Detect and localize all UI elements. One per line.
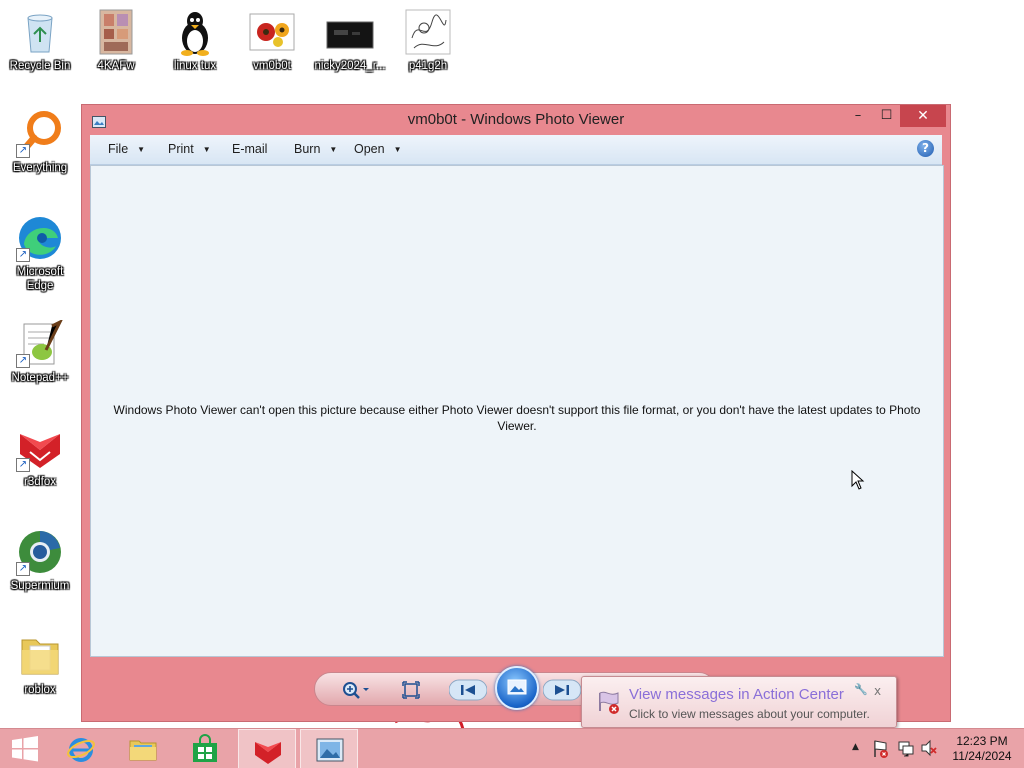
menu-email[interactable]: E-mail [232, 142, 267, 156]
menu-label: Print [168, 142, 194, 156]
menu-open[interactable]: Open ▼ [354, 142, 402, 156]
help-button[interactable]: ? [917, 140, 934, 157]
volume-muted-icon[interactable] [920, 739, 938, 760]
next-icon[interactable] [542, 679, 582, 701]
notification-title: View messages in Action Center [629, 686, 844, 703]
desktop-icon-label: 4KAFw [97, 60, 135, 72]
desktop-icon-label: r3dfox [24, 476, 56, 488]
shortcut-arrow-icon: ↗ [16, 458, 30, 472]
dropdown-caret-icon: ▼ [202, 145, 211, 154]
folder-icon [16, 632, 64, 680]
taskbar-r3dfox[interactable] [238, 729, 296, 768]
desktop-icon-recycle-bin[interactable]: Recycle Bin [2, 8, 78, 73]
taskbar-file-explorer[interactable] [114, 729, 172, 768]
title-bar[interactable]: vm0b0t - Windows Photo Viewer – ☐ ✕ [82, 105, 950, 135]
desktop-icon-nicky2024[interactable]: nicky2024_r... [312, 8, 388, 73]
network-icon[interactable] [897, 739, 915, 760]
flower-image-icon [248, 8, 296, 56]
desktop-icon-label: Supermium [10, 580, 70, 592]
menu-label: File [108, 142, 129, 156]
r3dfox-browser-icon [255, 742, 281, 764]
photo-viewer-icon [316, 738, 344, 762]
desktop-icon-r3dfox[interactable]: ↗ r3dfox [2, 424, 78, 489]
clock-date: 11/24/2024 [952, 749, 1012, 763]
clock-time: 12:23 PM [956, 734, 1008, 748]
shortcut-arrow-icon: ↗ [16, 562, 30, 576]
desktop-icon-microsoft-edge[interactable]: ↗ Microsoft Edge [2, 214, 78, 293]
close-button[interactable]: ✕ [900, 105, 946, 127]
everything-search-icon: ↗ [16, 110, 64, 158]
shortcut-arrow-icon: ↗ [16, 354, 30, 368]
desktop-icon-4kafw[interactable]: 4KAFw [78, 8, 154, 73]
shortcut-arrow-icon: ↗ [16, 144, 30, 158]
taskbar: ▲ 12:23 PM 11/24/2024 [0, 728, 1024, 768]
desktop-icon-label: Microsoft Edge [16, 266, 64, 292]
menu-label: E-mail [232, 142, 268, 156]
desktop-icon-supermium[interactable]: ↗ Supermium [2, 528, 78, 593]
file-explorer-folder-icon [129, 740, 157, 761]
shortcut-arrow-icon: ↗ [16, 248, 30, 262]
taskbar-internet-explorer[interactable] [52, 729, 110, 768]
error-message: Windows Photo Viewer can't open this pic… [113, 403, 921, 433]
dropdown-caret-icon: ▼ [329, 145, 338, 154]
image-file-icon [92, 8, 140, 56]
supermium-browser-icon: ↗ [16, 528, 64, 576]
maximize-button[interactable]: ☐ [873, 105, 900, 127]
previous-icon[interactable] [448, 679, 488, 701]
desktop-icon-linux-tux[interactable]: linux tux [157, 8, 233, 73]
desktop-icon-label: Recycle Bin [9, 60, 71, 72]
internet-explorer-icon [67, 738, 95, 762]
dark-image-icon [326, 8, 374, 56]
store-bag-icon [193, 734, 217, 762]
desktop-icon-label: Notepad++ [11, 372, 69, 384]
action-center-notification[interactable]: View messages in Action Center Click to … [581, 676, 897, 728]
show-hidden-icons-button[interactable]: ▲ [852, 742, 859, 752]
slideshow-icon [507, 679, 527, 695]
desktop-icon-label: roblox [24, 684, 56, 696]
image-display-area: Windows Photo Viewer can't open this pic… [90, 165, 944, 657]
actual-size-icon[interactable] [401, 680, 423, 700]
taskbar-clock[interactable]: 12:23 PM 11/24/2024 [944, 734, 1020, 764]
taskbar-photo-viewer[interactable] [300, 729, 358, 768]
zoom-icon[interactable] [341, 680, 369, 700]
dropdown-caret-icon: ▼ [393, 145, 402, 154]
desktop-icon-label: linux tux [173, 60, 217, 72]
menu-burn[interactable]: Burn ▼ [294, 142, 337, 156]
mouse-cursor-icon [851, 470, 865, 490]
window-title: vm0b0t - Windows Photo Viewer [407, 111, 625, 128]
command-bar: File ▼ Print ▼ E-mail Burn ▼ Open ▼ ? [90, 135, 942, 165]
menu-file[interactable]: File ▼ [108, 142, 145, 156]
sketch-image-icon [404, 8, 452, 56]
tux-penguin-icon [171, 8, 219, 56]
desktop-icon-p41g2h[interactable]: p41g2h [390, 8, 466, 73]
action-center-flag-icon [596, 689, 622, 719]
edge-browser-icon: ↗ [16, 214, 64, 262]
desktop-icon-label: Everything [12, 162, 68, 174]
menu-label: Open [354, 142, 385, 156]
notification-text: Click to view messages about your comput… [629, 707, 870, 721]
desktop-icon-label: nicky2024_r... [314, 60, 386, 72]
desktop-icon-everything[interactable]: ↗ Everything [2, 110, 78, 175]
photo-viewer-window: vm0b0t - Windows Photo Viewer – ☐ ✕ File… [81, 104, 951, 722]
start-button[interactable] [0, 729, 58, 768]
desktop-icon-label: p41g2h [408, 60, 448, 72]
r3dfox-browser-icon: ↗ [16, 424, 64, 472]
desktop-icon-vm0b0t[interactable]: vm0b0t [234, 8, 310, 73]
desktop-icon-label: vm0b0t [253, 60, 291, 72]
notification-close-button[interactable]: x [874, 684, 881, 698]
settings-wrench-icon[interactable]: 🔧 [854, 683, 868, 696]
action-center-tray-icon[interactable] [872, 739, 890, 762]
desktop-icon-roblox[interactable]: roblox [2, 632, 78, 697]
taskbar-store[interactable] [176, 729, 234, 768]
recycle-bin-icon [16, 8, 64, 56]
slideshow-button[interactable] [495, 666, 539, 710]
desktop-icon-notepad-plus-plus[interactable]: ↗ Notepad++ [2, 318, 78, 385]
menu-print[interactable]: Print ▼ [168, 142, 211, 156]
notepad-plus-plus-icon: ↗ [16, 318, 64, 368]
windows-logo-icon [12, 736, 38, 762]
minimize-button[interactable]: – [844, 105, 872, 127]
menu-label: Burn [294, 142, 321, 156]
dropdown-caret-icon: ▼ [137, 145, 146, 154]
